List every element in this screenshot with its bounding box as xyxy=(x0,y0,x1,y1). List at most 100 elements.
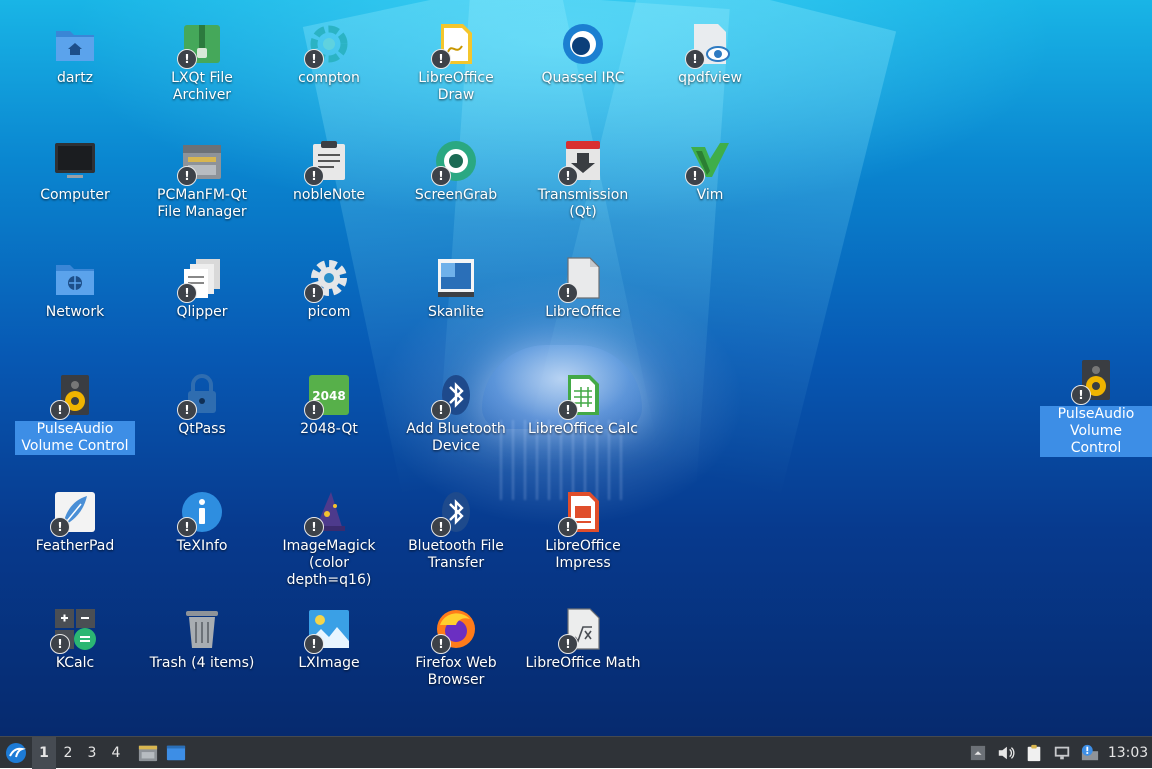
desktop-icon-firefox[interactable]: ! Firefox Web Browser xyxy=(396,607,516,689)
application-menu-button[interactable] xyxy=(0,737,32,769)
bluetooth-icon: ! xyxy=(431,373,478,420)
desktop[interactable]: dartz ! LXQt File Archiver ! compton ! L… xyxy=(0,0,1152,736)
broken-link-emblem-icon: ! xyxy=(177,283,197,303)
icon-label: LibreOffice Math xyxy=(525,655,641,671)
libreoffice-icon: ! xyxy=(558,256,605,303)
desktop-icon-kcalc[interactable]: ! KCalc xyxy=(15,607,135,672)
desktop-icon-dartz[interactable]: dartz xyxy=(15,22,135,87)
desktop-icon-bluetooth-file-transfer[interactable]: ! Bluetooth File Transfer xyxy=(396,490,516,572)
desktop-icon-libreoffice-impress[interactable]: ! LibreOffice Impress xyxy=(523,490,643,572)
vim-icon: ! xyxy=(685,139,732,186)
libreoffice-impress-icon: ! xyxy=(558,490,605,537)
bluetooth-icon: ! xyxy=(431,490,478,537)
compton-gear-icon: ! xyxy=(304,22,351,69)
desktop-icon-skanlite[interactable]: Skanlite xyxy=(396,256,516,321)
network-folder-icon xyxy=(53,256,97,300)
broken-link-emblem-icon: ! xyxy=(304,634,324,654)
file-manager-icon: ! xyxy=(177,139,224,186)
desktop-icon-2048-qt[interactable]: 2048 ! 2048-Qt xyxy=(269,373,389,438)
desktop-switch-2[interactable]: 2 xyxy=(56,737,80,769)
broken-link-emblem-icon: ! xyxy=(685,166,705,186)
desktop-icon-libreoffice-draw[interactable]: ! LibreOffice Draw xyxy=(396,22,516,104)
icon-label: Bluetooth File Transfer xyxy=(408,538,504,571)
desktop-icon-featherpad[interactable]: ! FeatherPad xyxy=(15,490,135,555)
icon-label: FeatherPad xyxy=(35,538,115,554)
network-wired-icon xyxy=(1054,746,1070,759)
desktop-switch-4[interactable]: 4 xyxy=(104,737,128,769)
desktop-icon-network[interactable]: Network xyxy=(15,256,135,321)
volume-icon xyxy=(998,746,1015,759)
broken-link-emblem-icon: ! xyxy=(304,283,324,303)
icon-label: PulseAudio Volume Control xyxy=(15,421,135,455)
clipboard-note-icon: ! xyxy=(304,139,351,186)
desktop-icon-add-bluetooth-device[interactable]: ! Add Bluetooth Device xyxy=(396,373,516,455)
desktop-icon-libreoffice-math[interactable]: ! LibreOffice Math xyxy=(523,607,643,672)
desktop-switch-1[interactable]: 1 xyxy=(32,736,56,769)
desktop-icon-compton[interactable]: ! compton xyxy=(269,22,389,87)
libreoffice-calc-icon: ! xyxy=(558,373,605,420)
broken-link-emblem-icon: ! xyxy=(431,634,451,654)
tray-notification[interactable] xyxy=(1076,737,1104,769)
speaker-icon: ! xyxy=(1071,358,1118,405)
broken-link-emblem-icon: ! xyxy=(177,400,197,420)
broken-link-emblem-icon: ! xyxy=(431,517,451,537)
icon-label: QtPass xyxy=(178,421,226,437)
desktop-icon-lxqt-file-archiver[interactable]: ! LXQt File Archiver xyxy=(142,22,262,104)
icon-label: dartz xyxy=(56,70,94,86)
desktop-icon-computer[interactable]: Computer xyxy=(15,139,135,204)
desktop-icon-pulseaudio-volume-control-dragged[interactable]: ! PulseAudio Volume Control xyxy=(1040,358,1152,457)
wizard-hat-icon: ! xyxy=(304,490,351,537)
desktop-icon-texinfo[interactable]: ! TeXInfo xyxy=(142,490,262,555)
icon-label: Quassel IRC xyxy=(541,70,625,86)
computer-monitor-icon xyxy=(53,139,97,183)
broken-link-emblem-icon: ! xyxy=(431,400,451,420)
desktop-icon-screengrab[interactable]: ! ScreenGrab xyxy=(396,139,516,204)
desktop-icon-vim[interactable]: ! Vim xyxy=(650,139,770,204)
tray-network[interactable] xyxy=(1048,737,1076,769)
tray-expand-button[interactable] xyxy=(964,737,992,769)
desktop-icon-libreoffice[interactable]: ! LibreOffice xyxy=(523,256,643,321)
icon-label: LibreOffice Calc xyxy=(528,421,638,437)
libreoffice-draw-icon: ! xyxy=(431,22,478,69)
speaker-icon: ! xyxy=(50,373,97,420)
desktop-icon-qtpass[interactable]: ! QtPass xyxy=(142,373,262,438)
feather-quill-icon: ! xyxy=(50,490,97,537)
broken-link-emblem-icon: ! xyxy=(558,634,578,654)
desktop-switch-3[interactable]: 3 xyxy=(80,737,104,769)
desktop-icon-pcmanfm-qt[interactable]: ! PCManFM-Qt File Manager xyxy=(142,139,262,221)
desktop-icon-transmission[interactable]: ! Transmission (Qt) xyxy=(523,139,643,221)
trash-can-icon xyxy=(180,607,224,651)
desktop-icon-quassel-irc[interactable]: Quassel IRC xyxy=(523,22,643,87)
icon-label: LibreOffice Impress xyxy=(545,538,621,571)
clock[interactable]: 13:03 xyxy=(1104,737,1152,769)
broken-link-emblem-icon: ! xyxy=(431,49,451,69)
quicklaunch-show-desktop[interactable] xyxy=(162,737,190,769)
icon-label: picom xyxy=(307,304,351,320)
desktop-icon-libreoffice-calc[interactable]: ! LibreOffice Calc xyxy=(523,373,643,438)
tray-volume[interactable] xyxy=(992,737,1020,769)
tray-clipboard[interactable] xyxy=(1020,737,1048,769)
desktop-icon-picom[interactable]: ! picom xyxy=(269,256,389,321)
broken-link-emblem-icon: ! xyxy=(558,400,578,420)
clipboard-pages-icon: ! xyxy=(177,256,224,303)
icon-label: LibreOffice xyxy=(545,304,621,320)
broken-link-emblem-icon: ! xyxy=(50,517,70,537)
quassel-icon xyxy=(561,22,605,66)
desktop-icon-imagemagick[interactable]: ! ImageMagick (color depth=q16) xyxy=(269,490,389,589)
icon-label: Skanlite xyxy=(427,304,485,320)
quicklaunch-file-manager[interactable] xyxy=(134,737,162,769)
taskbar: 1 2 3 4 13:03 xyxy=(0,736,1152,769)
desktop-icon-lximage[interactable]: ! LXImage xyxy=(269,607,389,672)
transmission-icon: ! xyxy=(558,139,605,186)
desktop-icon-noblenote[interactable]: ! nobleNote xyxy=(269,139,389,204)
lubuntu-logo-icon xyxy=(6,742,26,763)
desktop-icon-qpdfview[interactable]: ! qpdfview xyxy=(650,22,770,87)
broken-link-emblem-icon: ! xyxy=(177,166,197,186)
desktop-icon-qlipper[interactable]: ! Qlipper xyxy=(142,256,262,321)
broken-link-emblem-icon: ! xyxy=(177,517,197,537)
image-viewer-icon: ! xyxy=(304,607,351,654)
desktop-icon-trash[interactable]: Trash (4 items) xyxy=(142,607,262,672)
icon-label: PulseAudio Volume Control xyxy=(1040,406,1152,457)
broken-link-emblem-icon: ! xyxy=(304,49,324,69)
desktop-icon-pulseaudio-volume-control[interactable]: ! PulseAudio Volume Control xyxy=(15,373,135,455)
